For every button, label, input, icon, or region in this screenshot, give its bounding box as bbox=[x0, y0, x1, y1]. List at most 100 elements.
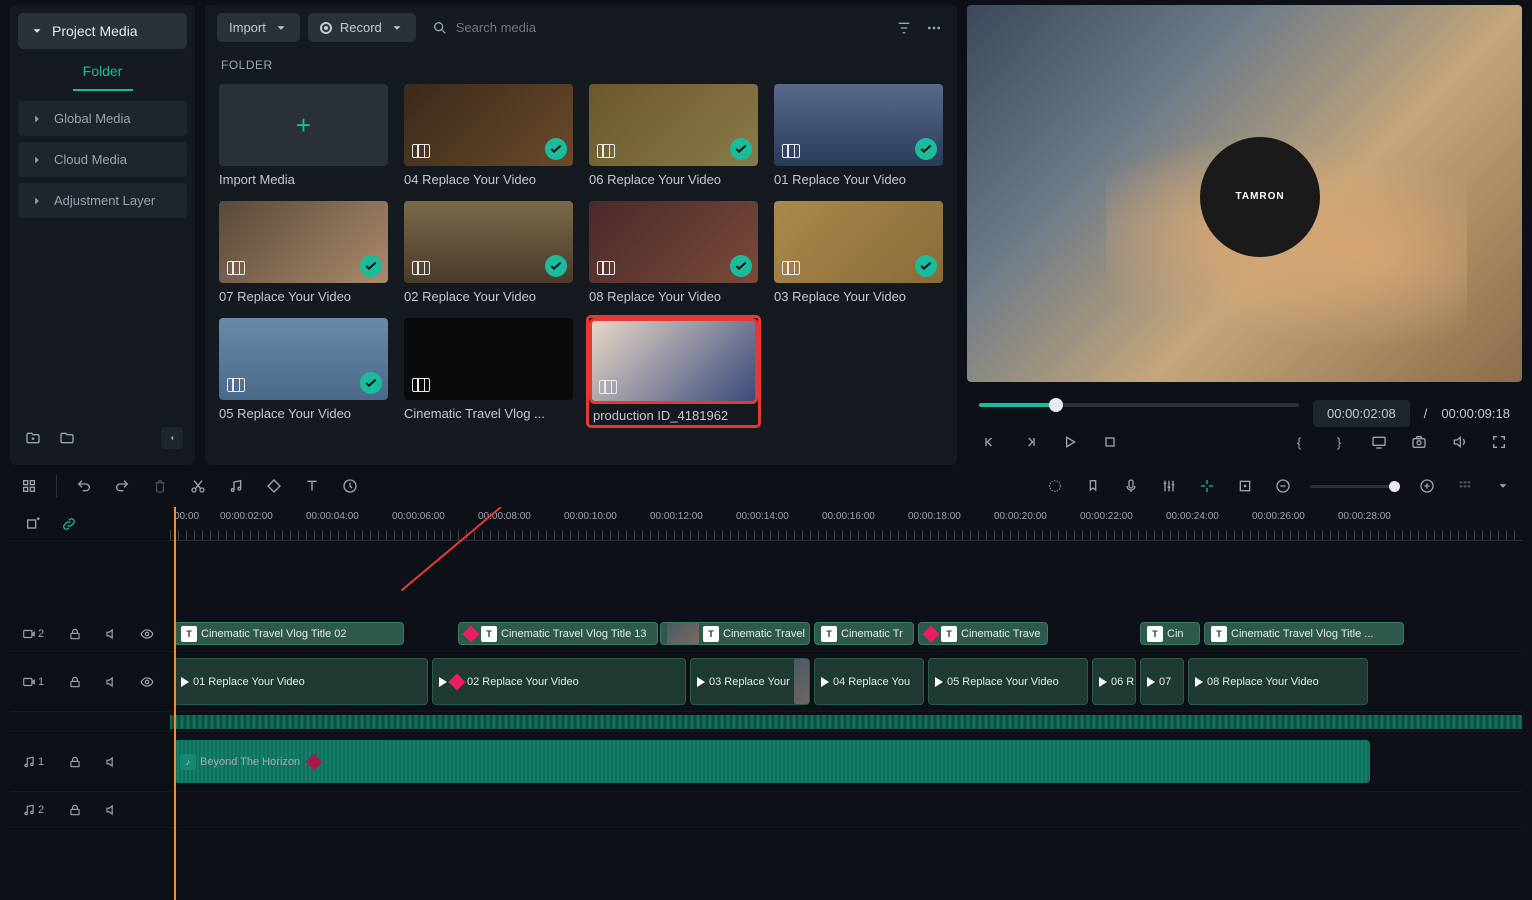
record-dropdown[interactable]: Record bbox=[308, 13, 416, 42]
view-mode-icon[interactable] bbox=[1454, 475, 1476, 497]
new-folder-icon[interactable] bbox=[22, 427, 44, 449]
crop-icon[interactable] bbox=[1234, 475, 1256, 497]
display-icon[interactable] bbox=[1368, 431, 1390, 453]
track-header-a2[interactable]: 2 bbox=[10, 792, 170, 828]
title-clip[interactable]: TCinematic Travel Vlog Title 13 bbox=[458, 622, 658, 645]
media-item[interactable]: 03 Replace Your Video bbox=[774, 201, 943, 304]
collapse-sidebar-icon[interactable] bbox=[161, 427, 183, 449]
playhead[interactable] bbox=[174, 507, 176, 900]
search-icon bbox=[432, 20, 448, 36]
track-header-v2[interactable]: 2 bbox=[10, 616, 170, 652]
track-header-a1[interactable]: 1 bbox=[10, 732, 170, 792]
media-item[interactable]: 07 Replace Your Video bbox=[219, 201, 388, 304]
add-track-icon[interactable] bbox=[22, 513, 44, 535]
tag-icon[interactable] bbox=[263, 475, 285, 497]
render-icon[interactable] bbox=[1044, 475, 1066, 497]
video-clip[interactable]: 07 bbox=[1140, 658, 1184, 705]
lock-icon[interactable] bbox=[64, 623, 86, 645]
zoom-slider[interactable] bbox=[1310, 485, 1400, 488]
video-clip[interactable]: 02 Replace Your Video bbox=[432, 658, 686, 705]
video-clip[interactable]: 08 Replace Your Video bbox=[1188, 658, 1368, 705]
mute-icon[interactable] bbox=[100, 623, 122, 645]
sidebar-item-cloud-media[interactable]: Cloud Media bbox=[18, 142, 187, 177]
video-clip[interactable]: 01 Replace Your Video bbox=[174, 658, 428, 705]
sidebar-item-global-media[interactable]: Global Media bbox=[18, 101, 187, 136]
import-dropdown[interactable]: Import bbox=[217, 13, 300, 42]
lock-icon[interactable] bbox=[64, 799, 86, 821]
eye-icon[interactable] bbox=[136, 671, 158, 693]
preview-panel: TAMRON 00:00:02:08 / 00:00:09:18 bbox=[967, 5, 1522, 465]
zoom-in-icon[interactable] bbox=[1416, 475, 1438, 497]
snap-icon[interactable] bbox=[1196, 475, 1218, 497]
link-icon[interactable] bbox=[58, 513, 80, 535]
search-input[interactable] bbox=[456, 20, 877, 35]
title-clip[interactable]: TCinematic Trave bbox=[918, 622, 1048, 645]
import-media-tile[interactable]: +Import Media bbox=[219, 84, 388, 187]
fullscreen-icon[interactable] bbox=[1488, 431, 1510, 453]
marker-icon[interactable] bbox=[1082, 475, 1104, 497]
delete-icon[interactable] bbox=[149, 475, 171, 497]
video-clip[interactable]: 04 Replace You bbox=[814, 658, 924, 705]
lock-icon[interactable] bbox=[64, 751, 86, 773]
preview-video[interactable]: TAMRON bbox=[967, 5, 1522, 382]
volume-icon[interactable] bbox=[1448, 431, 1470, 453]
video-clip[interactable]: 05 Replace Your Video bbox=[928, 658, 1088, 705]
music-icon[interactable] bbox=[225, 475, 247, 497]
tracks-area[interactable]: 00:00 00:00:02:0000:00:04:0000:00:06:000… bbox=[170, 507, 1522, 900]
media-item[interactable]: 04 Replace Your Video bbox=[404, 84, 573, 187]
audio-clip[interactable]: ♪Beyond The Horizon bbox=[174, 740, 1370, 783]
step-back-icon[interactable] bbox=[979, 431, 1001, 453]
preview-scrubber[interactable] bbox=[979, 403, 1299, 407]
redo-icon[interactable] bbox=[111, 475, 133, 497]
zoom-out-icon[interactable] bbox=[1272, 475, 1294, 497]
media-item[interactable]: 06 Replace Your Video bbox=[589, 84, 758, 187]
undo-icon[interactable] bbox=[73, 475, 95, 497]
media-item[interactable]: 01 Replace Your Video bbox=[774, 84, 943, 187]
mute-icon[interactable] bbox=[100, 671, 122, 693]
track-header-v1[interactable]: 1 bbox=[10, 652, 170, 712]
track-row-audio[interactable]: ♪Beyond The Horizon bbox=[170, 732, 1522, 792]
project-media-dropdown[interactable]: Project Media bbox=[18, 13, 187, 49]
title-clip[interactable]: TCinematic Travel Vlog Title 02 bbox=[174, 622, 404, 645]
step-forward-icon[interactable] bbox=[1019, 431, 1041, 453]
video-clip[interactable]: 03 Replace Your bbox=[690, 658, 810, 705]
title-clip[interactable]: TCinematic Travel ... bbox=[660, 622, 810, 645]
play-icon[interactable] bbox=[1059, 431, 1081, 453]
mixer-icon[interactable] bbox=[1158, 475, 1180, 497]
cut-icon[interactable] bbox=[187, 475, 209, 497]
timeline-ruler[interactable]: 00:00 00:00:02:0000:00:04:0000:00:06:000… bbox=[170, 507, 1522, 541]
media-item[interactable]: Cinematic Travel Vlog ... bbox=[404, 318, 573, 425]
media-item[interactable]: 05 Replace Your Video bbox=[219, 318, 388, 425]
folder-icon[interactable] bbox=[56, 427, 78, 449]
mute-icon[interactable] bbox=[100, 799, 122, 821]
media-item[interactable]: 08 Replace Your Video bbox=[589, 201, 758, 304]
video-clip[interactable]: 06 R bbox=[1092, 658, 1136, 705]
lock-icon[interactable] bbox=[64, 671, 86, 693]
track-row-video[interactable]: 01 Replace Your Video02 Replace Your Vid… bbox=[170, 652, 1522, 712]
title-clip[interactable]: TCinematic Travel Vlog Title ... bbox=[1204, 622, 1404, 645]
clip-label: 03 Replace Your bbox=[709, 676, 790, 688]
mute-icon[interactable] bbox=[100, 751, 122, 773]
title-clip[interactable]: TCin bbox=[1140, 622, 1200, 645]
eye-icon[interactable] bbox=[136, 623, 158, 645]
grid-icon[interactable] bbox=[18, 475, 40, 497]
mic-icon[interactable] bbox=[1120, 475, 1142, 497]
track-row-a2[interactable] bbox=[170, 792, 1522, 828]
mark-out-icon[interactable]: } bbox=[1328, 431, 1350, 453]
folder-tab[interactable]: Folder bbox=[73, 49, 133, 91]
stop-icon[interactable] bbox=[1099, 431, 1121, 453]
sidebar-item-adjustment-layer[interactable]: Adjustment Layer bbox=[18, 183, 187, 218]
snapshot-icon[interactable] bbox=[1408, 431, 1430, 453]
more-icon[interactable] bbox=[923, 17, 945, 39]
scrubber-handle[interactable] bbox=[1049, 398, 1063, 412]
title-clip[interactable]: TCinematic Tr bbox=[814, 622, 914, 645]
mark-in-icon[interactable]: { bbox=[1288, 431, 1310, 453]
media-item[interactable]: production ID_4181962 bbox=[589, 318, 758, 425]
speed-icon[interactable] bbox=[339, 475, 361, 497]
track-row-titles[interactable]: TCinematic Travel Vlog Title 02 TCinemati… bbox=[170, 616, 1522, 652]
settings-dropdown-icon[interactable] bbox=[1492, 475, 1514, 497]
filter-icon[interactable] bbox=[893, 17, 915, 39]
track-row-link bbox=[170, 712, 1522, 732]
media-item[interactable]: 02 Replace Your Video bbox=[404, 201, 573, 304]
text-icon[interactable] bbox=[301, 475, 323, 497]
